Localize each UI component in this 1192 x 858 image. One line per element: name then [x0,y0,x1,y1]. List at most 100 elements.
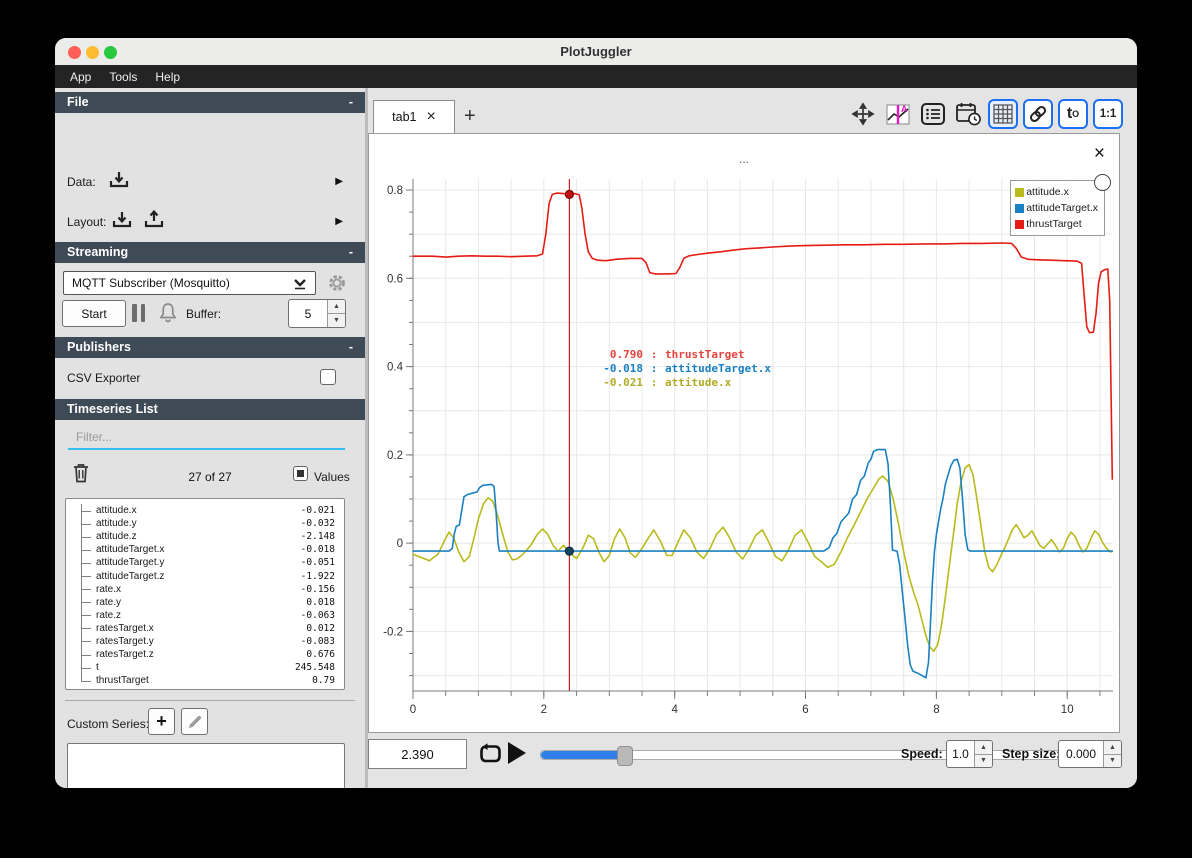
buffer-value: 5 [304,306,312,321]
custom-series-list[interactable] [67,743,345,788]
streaming-source-select[interactable]: MQTT Subscriber (Mosquitto) [63,271,316,295]
timeseries-section-header[interactable]: Timeseries List [55,399,365,420]
svg-text:0: 0 [397,538,403,550]
csv-exporter-checkbox[interactable] [320,369,336,385]
series-value: -0.083 [300,635,335,647]
timeseries-row[interactable]: ratesTarget.y -0.083 [66,634,344,649]
tooltip-line: -0.018: attitudeTarget.x [603,362,771,375]
sidebar: File - Data: ▶ Layout: ▶ Streaming - MQT… [55,88,365,788]
speed-spinner[interactable]: 1.0 ▲ ▼ [946,740,993,768]
tab-close-icon[interactable]: × [427,109,436,125]
time-offset-button[interactable]: tO [1058,99,1088,129]
file-section-header[interactable]: File - [55,92,365,113]
add-tab-button[interactable]: + [464,105,476,128]
collapse-icon[interactable]: - [349,92,353,113]
series-value: -0.021 [300,505,335,517]
timeseries-row[interactable]: attitudeTarget.x -0.018 [66,543,344,557]
tree-branch [81,589,91,591]
collapse-icon[interactable]: - [349,242,353,263]
tab-tab1[interactable]: tab1 × [373,100,455,133]
timeseries-row[interactable]: attitude.y -0.032 [66,517,344,531]
layout-label: Layout: [67,215,107,229]
timeseries-row[interactable]: attitude.x -0.021 [66,504,344,518]
streaming-section-header[interactable]: Streaming - [55,242,365,263]
edit-custom-series-button[interactable] [181,708,208,735]
step-size-label: Step size: [1002,747,1061,761]
chart-canvas[interactable]: 0 2 4 6 8 10 -0.2 0 0.2 0.4 0.6 0.8 [373,173,1118,719]
publishers-section-header[interactable]: Publishers - [55,337,365,358]
series-value: 0.012 [306,622,335,634]
plot-legend[interactable]: attitude.x attitudeTarget.x thrustTarget [1010,180,1105,236]
buffer-spinner[interactable]: 5 ▲ ▼ [288,299,346,328]
spin-up-icon[interactable]: ▲ [328,300,345,314]
data-expander-arrow[interactable]: ▶ [335,176,343,187]
step-size-spinner[interactable]: 0.000 ▲ ▼ [1058,740,1122,768]
timeseries-row[interactable]: attitude.z -2.148 [66,530,344,544]
legend-list-icon[interactable] [918,99,948,129]
gear-icon[interactable] [327,273,347,293]
plot-toolbar: A tO 1:1 [848,98,1123,130]
legend-entry[interactable]: thrustTarget [1015,216,1098,232]
timeseries-row[interactable]: t 245.548 [66,661,344,675]
bell-icon[interactable] [157,301,179,324]
svg-text:8: 8 [933,704,939,716]
link-axes-button[interactable] [1023,99,1053,129]
legend-entry[interactable]: attitudeTarget.x [1015,200,1098,216]
timeseries-row[interactable]: rate.y 0.018 [66,595,344,609]
menu-item-tools[interactable]: Tools [100,70,146,84]
tracker-tooltip: 0.790: thrustTarget -0.018: attitudeTarget.… [591,348,771,390]
legend-entry[interactable]: attitude.x [1015,184,1098,200]
save-layout-icon[interactable] [142,208,166,232]
fullscreen-arrows-icon[interactable] [848,99,878,129]
slider-handle[interactable] [616,746,633,766]
svg-text:0: 0 [410,704,416,716]
series-name: attitude.y [96,518,137,530]
play-button[interactable] [508,742,526,764]
plot-panel[interactable]: ... × attitude.x attitudeTarget.x thrustTa… [368,133,1120,733]
svg-text:0.4: 0.4 [387,362,404,374]
start-button[interactable]: Start [62,300,126,327]
current-time-field[interactable]: 2.390 [368,739,467,769]
plot-close-icon[interactable]: × [1094,144,1105,163]
loop-icon[interactable] [478,742,503,766]
filter-input[interactable] [68,426,345,450]
ratio-button[interactable]: 1:1 [1093,99,1123,129]
values-checkbox[interactable] [293,466,308,481]
series-value: 245.548 [294,662,335,674]
spin-down-icon[interactable]: ▼ [1104,754,1121,767]
load-data-icon[interactable] [107,168,131,192]
window-title: PlotJuggler [560,44,632,59]
series-name: ratesTarget.y [96,635,154,647]
plotjuggler-window: PlotJuggler App Tools Help File - Data: ▶ … [55,38,1137,788]
timeseries-row[interactable]: attitudeTarget.z -1.922 [66,569,344,583]
menu-item-help[interactable]: Help [146,70,189,84]
spin-up-icon[interactable]: ▲ [975,741,992,755]
timeseries-list[interactable]: attitude.x -0.021 attitude.y -0.032 attitude… [65,498,345,690]
legend-toggle-circle[interactable] [1094,174,1111,191]
svg-text:2: 2 [541,704,547,716]
layout-expander-arrow[interactable]: ▶ [335,216,343,227]
spin-down-icon[interactable]: ▼ [328,314,345,327]
title-bar: PlotJuggler [55,38,1137,66]
playback-bar: 2.390 Speed: 1.0 ▲ ▼ Step size: 0.000 ▲ ▼ [368,739,1137,769]
menu-item-app[interactable]: App [61,70,100,84]
timeseries-row[interactable]: thrustTarget 0.79 [66,674,344,687]
timeseries-row[interactable]: attitudeTarget.y -0.051 [66,556,344,570]
datetime-icon[interactable] [953,99,983,129]
timeseries-row[interactable]: ratesTarget.x 0.012 [66,621,344,635]
timeseries-row[interactable]: rate.z -0.063 [66,608,344,622]
series-value: 0.018 [306,596,335,608]
spin-down-icon[interactable]: ▼ [975,754,992,767]
collapse-icon[interactable]: - [349,337,353,358]
timeseries-row[interactable]: rate.x -0.156 [66,582,344,596]
spin-up-icon[interactable]: ▲ [1104,741,1121,755]
curve-tracker-icon[interactable]: A [883,99,913,129]
svg-text:4: 4 [671,704,678,716]
pause-icon[interactable] [132,304,145,322]
grid-layout-button[interactable] [988,99,1018,129]
load-layout-icon[interactable] [110,208,134,232]
legend-swatch [1015,219,1025,229]
add-custom-series-button[interactable]: + [148,708,175,735]
values-checkbox-mark [297,470,304,477]
timeseries-row[interactable]: ratesTarget.z 0.676 [66,648,344,662]
